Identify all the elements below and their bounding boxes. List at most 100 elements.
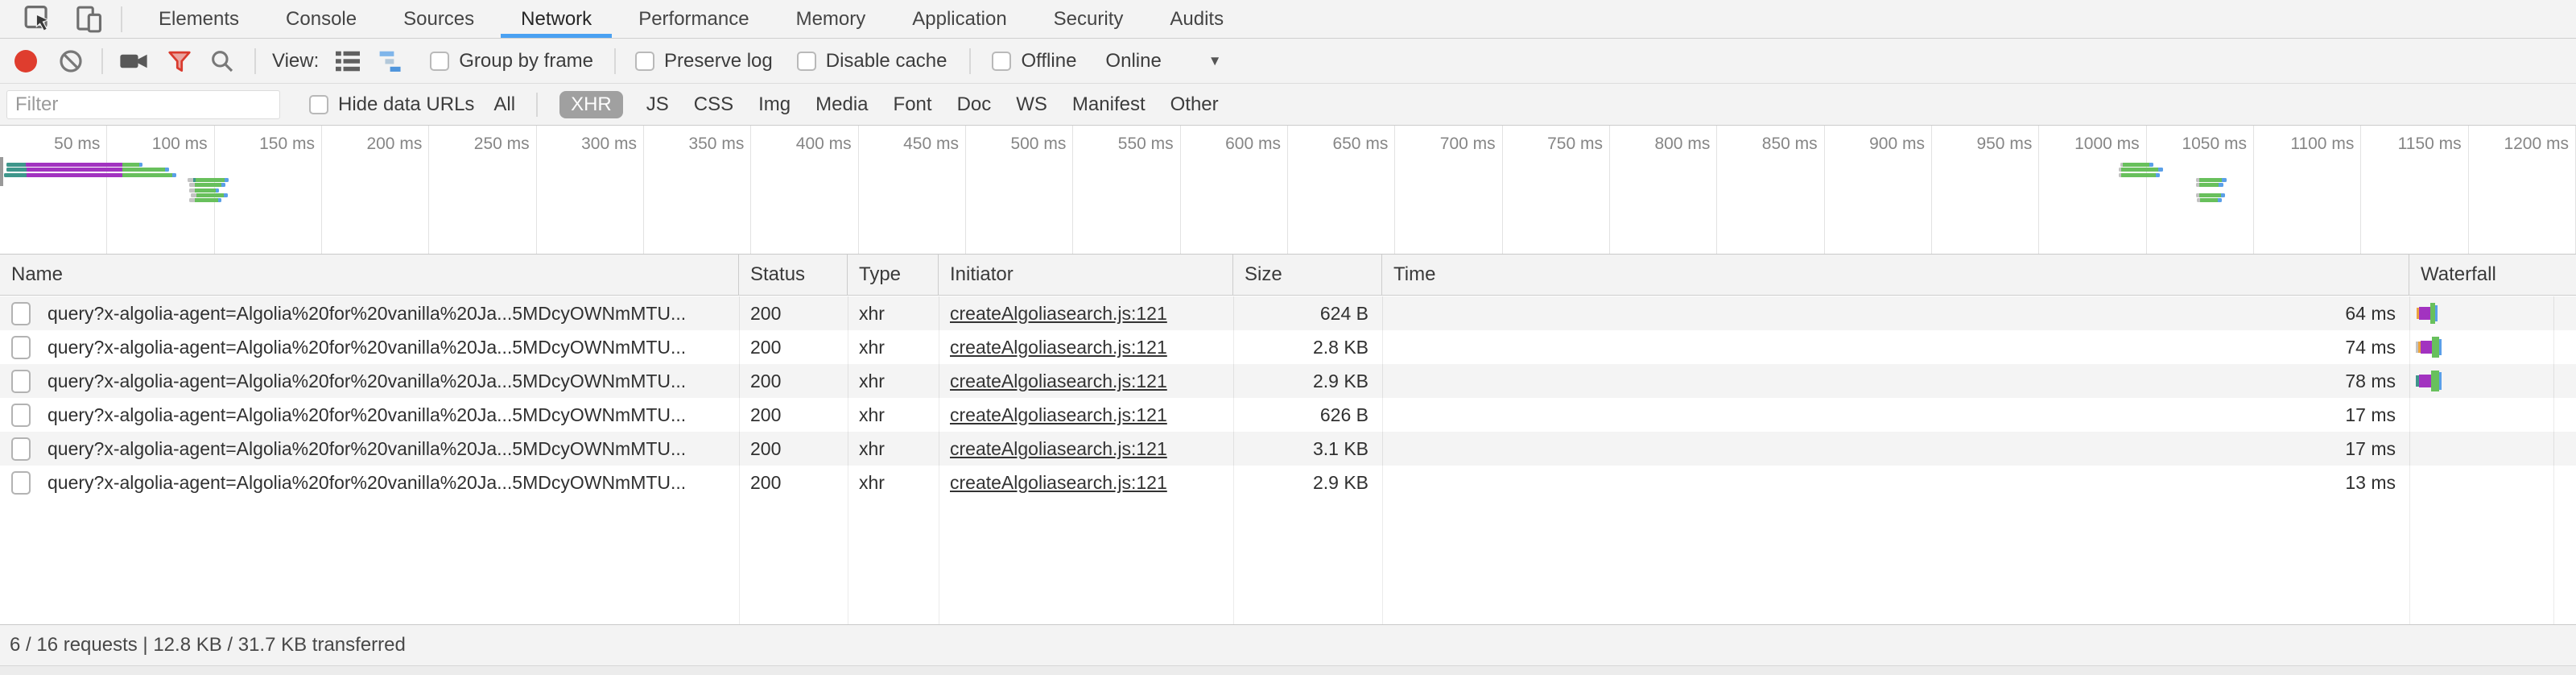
request-name: query?x-algolia-agent=Algolia%20for%20va… [47,438,686,460]
disable-cache-toggle[interactable]: Disable cache [797,50,947,72]
waterfall-bar-segment [2431,371,2439,391]
hide-data-urls-toggle[interactable]: Hide data URLs [309,93,474,116]
timeline-tick-label: 450 ms [903,135,959,154]
search-icon[interactable] [209,48,235,74]
request-file-icon [11,336,31,359]
timeline-gridline: 850 ms [1717,126,1824,254]
group-by-frame-label: Group by frame [459,50,593,72]
table-row[interactable]: query?x-algolia-agent=Algolia%20for%20va… [0,432,2576,466]
column-header-type[interactable]: Type [848,255,939,295]
hide-data-urls-checkbox[interactable] [309,95,328,114]
tab-elements[interactable]: Elements [135,0,262,38]
filter-type-js[interactable]: JS [645,91,671,118]
initiator-link[interactable]: createAlgoliasearch.js:121 [950,303,1167,325]
record-button[interactable] [14,50,37,72]
clear-icon[interactable] [58,48,84,74]
timeline-gridline: 600 ms [1181,126,1288,254]
name-cell: query?x-algolia-agent=Algolia%20for%20va… [0,364,739,398]
table-row[interactable]: query?x-algolia-agent=Algolia%20for%20va… [0,296,2576,330]
tab-network[interactable]: Network [497,0,615,38]
offline-label: Offline [1021,50,1076,72]
timeline-tick-label: 200 ms [366,135,422,154]
overview-request-bar [2197,198,2222,202]
column-header-time[interactable]: Time [1382,255,2409,295]
column-header-waterfall[interactable]: Waterfall [2409,255,2576,295]
group-by-frame-toggle[interactable]: Group by frame [430,50,593,72]
column-header-initiator[interactable]: Initiator [939,255,1233,295]
table-row[interactable]: query?x-algolia-agent=Algolia%20for%20va… [0,364,2576,398]
request-type-filters: XHR JS CSS Img Media Font Doc WS Manifest Other [559,91,1220,118]
table-row[interactable]: query?x-algolia-agent=Algolia%20for%20va… [0,398,2576,432]
filter-type-img[interactable]: Img [757,91,792,118]
column-header-name[interactable]: Name [0,255,739,295]
waterfall-bar-segment [2435,305,2438,321]
preserve-log-toggle[interactable]: Preserve log [635,50,773,72]
network-overview-timeline[interactable]: 50 ms100 ms150 ms200 ms250 ms300 ms350 m… [0,126,2576,255]
request-name: query?x-algolia-agent=Algolia%20for%20va… [47,472,686,494]
column-header-status[interactable]: Status [739,255,848,295]
type-cell: xhr [848,398,939,432]
offline-toggle[interactable]: Offline [992,50,1076,72]
view-list-icon[interactable] [333,49,362,73]
tab-audits[interactable]: Audits [1146,0,1247,38]
table-row[interactable]: query?x-algolia-agent=Algolia%20for%20va… [0,466,2576,499]
filter-type-all[interactable]: All [492,91,517,118]
timeline-tick-label: 350 ms [688,135,744,154]
initiator-link[interactable]: createAlgoliasearch.js:121 [950,404,1167,426]
tab-security[interactable]: Security [1030,0,1147,38]
timeline-tick-label: 1050 ms [2182,135,2247,154]
request-file-icon [11,437,31,461]
filter-icon[interactable] [167,48,192,74]
name-cell: query?x-algolia-agent=Algolia%20for%20va… [0,330,739,364]
capture-screenshots-icon[interactable] [119,50,148,72]
filter-type-other[interactable]: Other [1169,91,1220,118]
devtools-tab-bar: ElementsConsoleSourcesNetworkPerformance… [0,0,2576,39]
device-toolbar-icon[interactable] [76,4,103,35]
timeline-gridline: 350 ms [644,126,751,254]
filter-input[interactable] [6,90,280,119]
table-row[interactable]: query?x-algolia-agent=Algolia%20for%20va… [0,330,2576,364]
filter-type-media[interactable]: Media [814,91,869,118]
disable-cache-checkbox[interactable] [797,52,816,71]
filter-type-doc[interactable]: Doc [956,91,993,118]
view-label: View: [272,50,319,72]
request-name: query?x-algolia-agent=Algolia%20for%20va… [47,371,686,392]
initiator-link[interactable]: createAlgoliasearch.js:121 [950,438,1167,460]
timeline-tick-label: 300 ms [581,135,637,154]
timeline-gridline: 450 ms [859,126,966,254]
tab-sources[interactable]: Sources [380,0,497,38]
tab-console[interactable]: Console [262,0,380,38]
request-file-icon [11,370,31,393]
inspect-element-icon[interactable] [24,5,55,34]
offline-checkbox[interactable] [992,52,1011,71]
size-cell: 626 B [1233,398,1382,432]
chevron-down-icon[interactable]: ▼ [1208,53,1222,69]
tab-application[interactable]: Application [889,0,1030,38]
waterfall-bar-segment [2419,375,2431,387]
tab-memory[interactable]: Memory [773,0,890,38]
timeline-tick-label: 1100 ms [2290,135,2354,154]
tab-performance[interactable]: Performance [615,0,772,38]
timeline-gridline: 250 ms [429,126,536,254]
filter-type-manifest[interactable]: Manifest [1071,91,1147,118]
filter-type-font[interactable]: Font [892,91,934,118]
initiator-link[interactable]: createAlgoliasearch.js:121 [950,472,1167,494]
initiator-cell: createAlgoliasearch.js:121 [939,364,1233,398]
request-name: query?x-algolia-agent=Algolia%20for%20va… [47,337,686,358]
overview-request-bar [2119,173,2160,177]
requests-table: query?x-algolia-agent=Algolia%20for%20va… [0,296,2576,624]
preserve-log-checkbox[interactable] [635,52,654,71]
timeline-gridline: 900 ms [1825,126,1932,254]
filter-type-css[interactable]: CSS [692,91,735,118]
throttling-select[interactable]: Online [1105,50,1161,72]
column-header-size[interactable]: Size [1233,255,1382,295]
group-by-frame-checkbox[interactable] [430,52,449,71]
timeline-tick-label: 650 ms [1332,135,1388,154]
network-status-bar: 6 / 16 requests | 12.8 KB / 31.7 KB tran… [0,624,2576,665]
size-cell: 624 B [1233,296,1382,330]
initiator-link[interactable]: createAlgoliasearch.js:121 [950,337,1167,358]
initiator-link[interactable]: createAlgoliasearch.js:121 [950,371,1167,392]
filter-type-xhr[interactable]: XHR [559,91,623,118]
filter-type-ws[interactable]: WS [1014,91,1049,118]
view-waterfall-icon[interactable] [378,49,407,73]
